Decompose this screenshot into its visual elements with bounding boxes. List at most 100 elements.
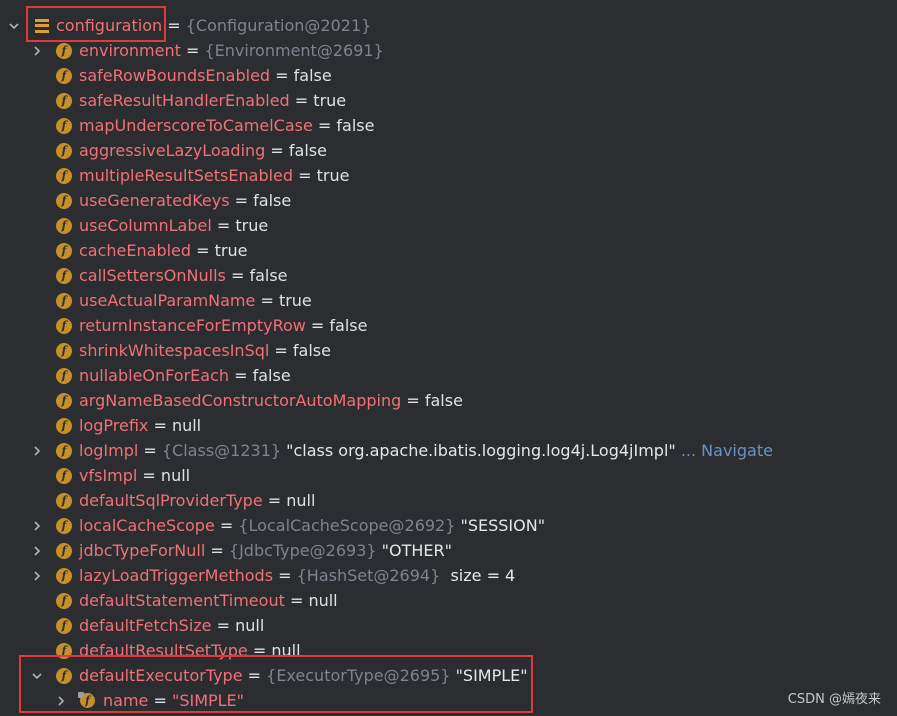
node-text: multipleResultSetsEnabled = true (79, 166, 349, 185)
field-name: aggressiveLazyLoading (79, 141, 266, 160)
tree-row-argNameBasedConstructorAutoMapping[interactable]: f argNameBasedConstructorAutoMapping = fa… (0, 388, 897, 413)
field-value: false (336, 116, 375, 135)
tree-row-aggressiveLazyLoading[interactable]: f aggressiveLazyLoading = false (0, 138, 897, 163)
field-value: true (316, 166, 350, 185)
tree-row-defaultResultSetType[interactable]: f defaultResultSetType = null (0, 638, 897, 663)
equals-sign: = (162, 16, 186, 35)
field-name: returnInstanceForEmptyRow (79, 316, 306, 335)
tree-row-vfsImpl[interactable]: f vfsImpl = null (0, 463, 897, 488)
tree-row-useColumnLabel[interactable]: f useColumnLabel = true (0, 213, 897, 238)
tree-row-environment[interactable]: f environment = {Environment@2691} (0, 38, 897, 63)
node-text: environment = {Environment@2691} (79, 41, 384, 60)
equals-sign: = (270, 66, 294, 85)
chevron-right-icon[interactable] (29, 443, 45, 459)
field-name: mapUnderscoreToCamelCase (79, 116, 313, 135)
field-name: safeRowBoundsEnabled (79, 66, 271, 85)
field-value: null (171, 416, 202, 435)
field-name: useGeneratedKeys (79, 191, 230, 210)
equals-sign: = (289, 91, 314, 110)
chevron-right-icon[interactable] (29, 543, 45, 559)
field-name: name (103, 691, 149, 710)
tree-row-useActualParamName[interactable]: f useActualParamName = true (0, 288, 897, 313)
tree-row-cacheEnabled[interactable]: f cacheEnabled = true (0, 238, 897, 263)
field-icon: f (56, 492, 72, 509)
field-icon: f (56, 267, 72, 284)
chevron-right-icon[interactable] (29, 518, 45, 534)
clipped-previous-row (0, 0, 897, 6)
tree-row-useGeneratedKeys[interactable]: f useGeneratedKeys = false (0, 188, 897, 213)
field-icon: f (56, 642, 72, 659)
tree-row-lazyLoadTriggerMethods[interactable]: f lazyLoadTriggerMethods = {HashSet@2694}… (0, 563, 897, 588)
tree-row-mapUnderscoreToCamelCase[interactable]: f mapUnderscoreToCamelCase = false (0, 113, 897, 138)
watermark: CSDN @嫣夜来 (787, 692, 881, 707)
field-icon: f (56, 317, 72, 334)
field-value: null (160, 466, 191, 485)
tree-row-logPrefix[interactable]: f logPrefix = null (0, 413, 897, 438)
field-name: logPrefix (79, 416, 149, 435)
tree-row-defaultStatementTimeout[interactable]: f defaultStatementTimeout = null (0, 588, 897, 613)
node-text: safeRowBoundsEnabled = false (79, 66, 332, 85)
node-text: name = "SIMPLE" (103, 691, 244, 710)
node-text: returnInstanceForEmptyRow = false (79, 316, 367, 335)
tree-row-safeRowBoundsEnabled[interactable]: f safeRowBoundsEnabled = false (0, 63, 897, 88)
field-value: false (252, 366, 291, 385)
equals-sign: = (191, 241, 215, 260)
field-icon: f (56, 342, 72, 359)
tree-row-safeResultHandlerEnabled[interactable]: f safeResultHandlerEnabled = true (0, 88, 897, 113)
field-icon: f (56, 367, 72, 384)
tree-row-defaultSqlProviderType[interactable]: f defaultSqlProviderType = null (0, 488, 897, 513)
chevron-right-icon[interactable] (29, 568, 45, 584)
equals-sign: = (293, 166, 317, 185)
field-name: cacheEnabled (79, 241, 192, 260)
tree-row-nullableOnForEach[interactable]: f nullableOnForEach = false (0, 363, 897, 388)
equals-sign: = (205, 541, 229, 560)
chevron-right-icon[interactable] (53, 693, 69, 709)
field-name: localCacheScope (79, 516, 215, 535)
equals-sign: = (214, 516, 239, 535)
node-text: safeResultHandlerEnabled = true (79, 91, 346, 110)
equals-sign: = (255, 291, 279, 310)
node-text: cacheEnabled = true (79, 241, 247, 260)
object-icon (35, 18, 49, 33)
node-text: jdbcTypeForNull = {JdbcType@2693} "OTHER… (79, 541, 452, 560)
field-name: callSettersOnNulls (79, 266, 226, 285)
node-text: localCacheScope = {LocalCacheScope@2692}… (79, 516, 545, 535)
field-icon: f (56, 292, 72, 309)
tree-row-callSettersOnNulls[interactable]: f callSettersOnNulls = false (0, 263, 897, 288)
tree-row-defaultExecutorType[interactable]: f defaultExecutorType = {ExecutorType@269… (0, 663, 897, 688)
tree-row-returnInstanceForEmptyRow[interactable]: f returnInstanceForEmptyRow = false (0, 313, 897, 338)
tree-row-name[interactable]: f name = "SIMPLE" (0, 688, 897, 713)
tree-row-multipleResultSetsEnabled[interactable]: f multipleResultSetsEnabled = true (0, 163, 897, 188)
equals-sign: = (312, 116, 337, 135)
tree-row-logImpl[interactable]: f logImpl = {Class@1231} "class org.apach… (0, 438, 897, 463)
field-name: logImpl (79, 441, 139, 460)
node-text: useGeneratedKeys = false (79, 191, 291, 210)
chevron-down-icon[interactable] (29, 668, 45, 684)
tree-row-shrinkWhitespacesInSql[interactable]: f shrinkWhitespacesInSql = false (0, 338, 897, 363)
field-name: shrinkWhitespacesInSql (79, 341, 270, 360)
field-name: defaultStatementTimeout (79, 591, 285, 610)
field-name: multipleResultSetsEnabled (79, 166, 294, 185)
node-text: logImpl = {Class@1231} "class org.apache… (79, 441, 773, 460)
field-icon: f (56, 42, 72, 59)
tree-row-localCacheScope[interactable]: f localCacheScope = {LocalCacheScope@2692… (0, 513, 897, 538)
tree-row-jdbcTypeForNull[interactable]: f jdbcTypeForNull = {JdbcType@2693} "OTHE… (0, 538, 897, 563)
field-value: null (286, 491, 316, 510)
tree-row-defaultFetchSize[interactable]: f defaultFetchSize = null (0, 613, 897, 638)
field-value: null (308, 591, 338, 610)
field-icon: f (56, 392, 72, 409)
equals-sign: = (242, 666, 267, 685)
chevron-right-icon[interactable] (29, 43, 45, 59)
object-string-value: "class org.apache.ibatis.logging.log4j.L… (281, 441, 676, 460)
object-reference: {Class@1231} (161, 441, 282, 460)
equals-sign: = (305, 316, 330, 335)
chevron-down-icon[interactable] (6, 18, 22, 34)
node-text: defaultSqlProviderType = null (79, 491, 315, 510)
field-value: null (235, 616, 265, 635)
tree-row-configuration[interactable]: configuration = {Configuration@2021} (0, 13, 897, 38)
field-icon: f (56, 442, 72, 459)
object-string-value: "OTHER" (376, 541, 452, 560)
field-name: defaultFetchSize (79, 616, 212, 635)
navigate-link[interactable]: ... Navigate (676, 441, 773, 460)
field-icon: f (56, 517, 72, 534)
